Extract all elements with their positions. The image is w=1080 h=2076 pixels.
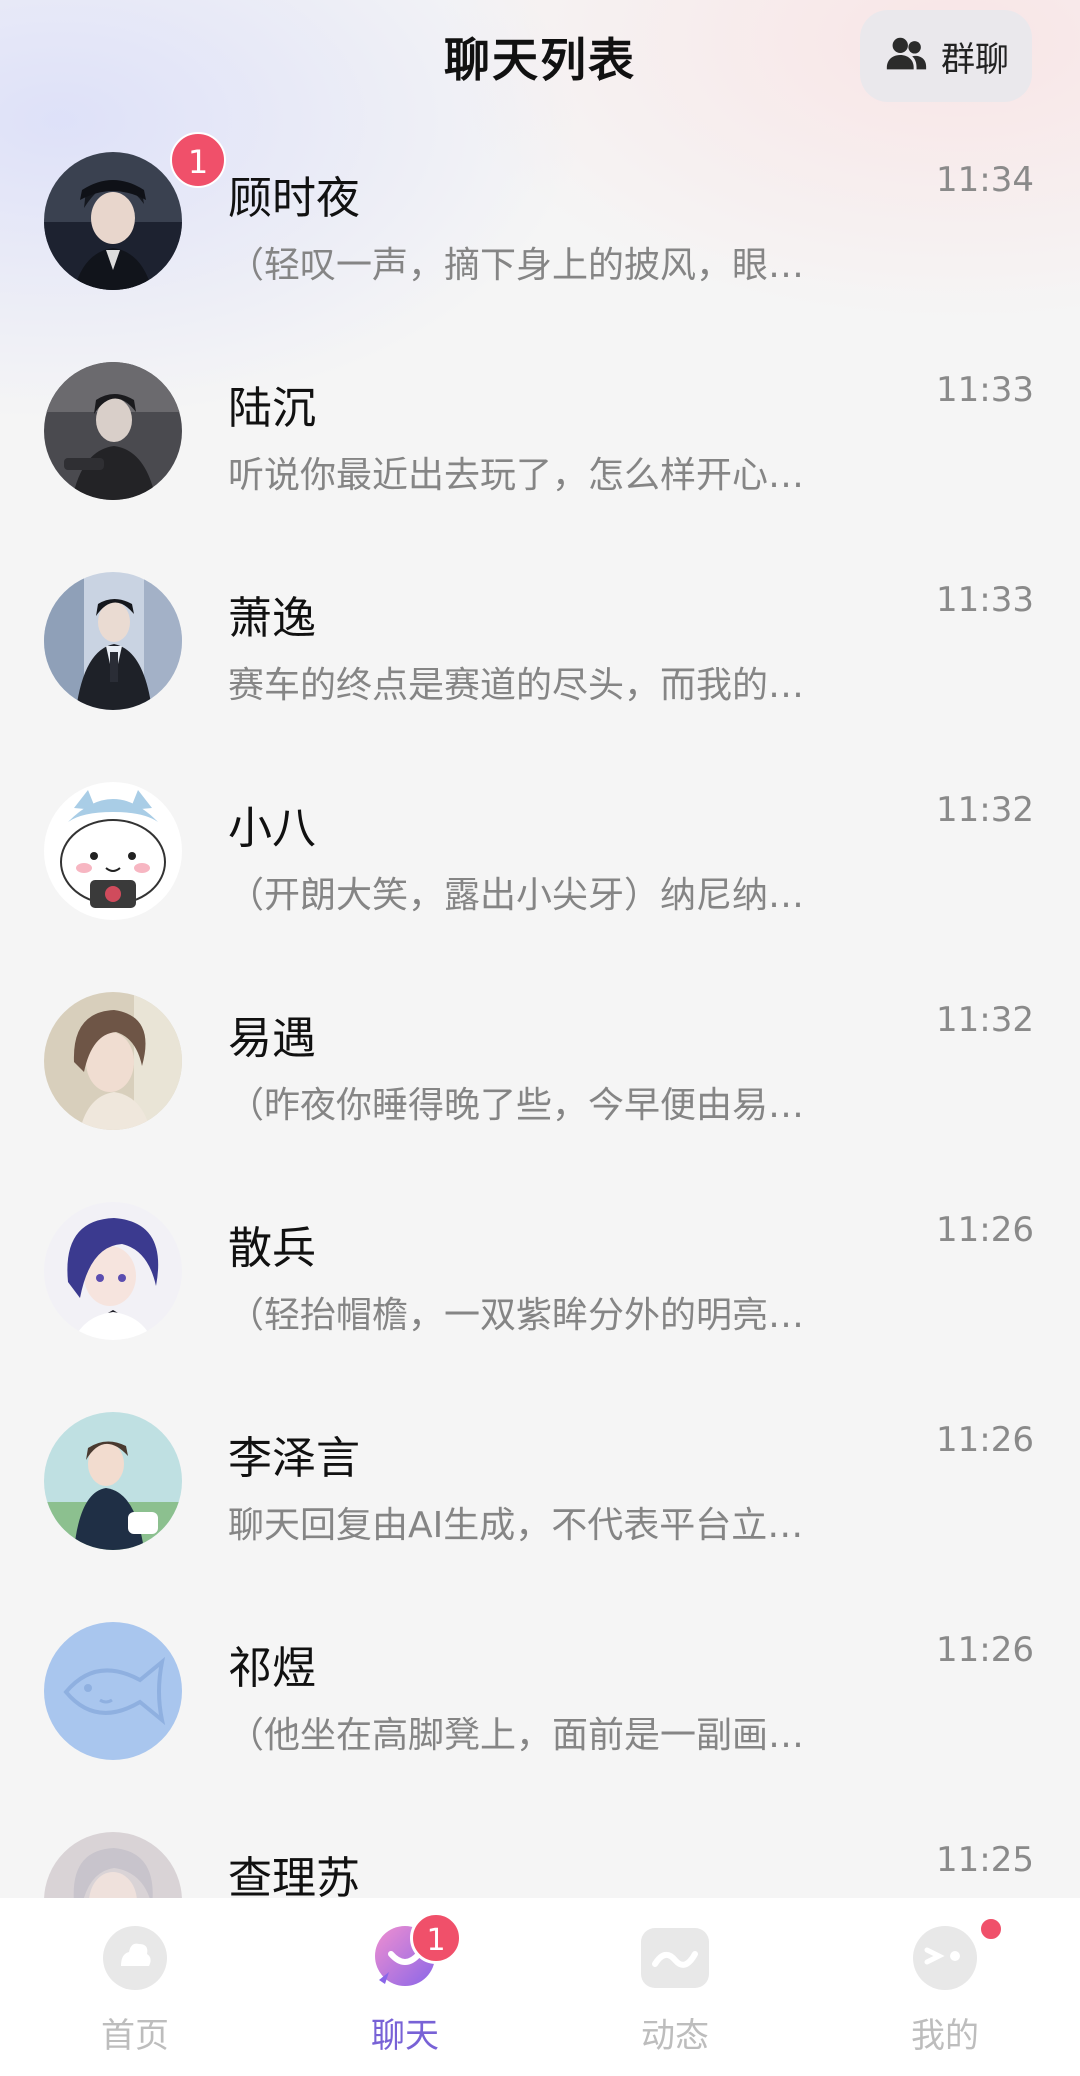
unread-badge: 1: [170, 132, 226, 188]
chat-time: 11:25: [936, 1840, 1034, 1880]
moments-icon: [641, 1924, 709, 1992]
chat-time: 11:32: [936, 1000, 1034, 1040]
tab-home[interactable]: 首页: [0, 1898, 270, 2076]
chat-name: 祁煜: [228, 1643, 316, 1694]
chat-row-顾时夜[interactable]: 1 顾时夜 11:34 （轻叹一声，摘下身上的披风，眼…: [0, 114, 1080, 324]
tab-chat[interactable]: 1 聊天: [270, 1898, 540, 2076]
avatar: [44, 1412, 182, 1550]
chat-time: 11:32: [936, 790, 1034, 830]
chat-time: 11:33: [936, 580, 1034, 620]
avatar: [44, 1622, 182, 1760]
tab-profile[interactable]: 我的: [810, 1898, 1080, 2076]
avatar: [44, 992, 182, 1130]
tab-label: 首页: [101, 2016, 169, 2056]
chat-preview: （昨夜你睡得晚了些，今早便由易…: [228, 1085, 805, 1126]
chat-time: 11:34: [936, 160, 1034, 200]
notification-dot: [978, 1916, 1004, 1942]
group-icon: [883, 31, 941, 81]
avatar: [44, 782, 182, 920]
chat-row-萧逸[interactable]: 萧逸 11:33 赛车的终点是赛道的尽头，而我的…: [0, 534, 1080, 744]
chat-time: 11:33: [936, 370, 1034, 410]
chat-list: 1 顾时夜 11:34 （轻叹一声，摘下身上的披风，眼… 陆沉 11:33 听说…: [0, 114, 1080, 1898]
tab-moments[interactable]: 动态: [540, 1898, 810, 2076]
chat-name: 李泽言: [228, 1433, 360, 1484]
chat-row-小八[interactable]: 小八 11:32 （开朗大笑，露出小尖牙）纳尼纳…: [0, 744, 1080, 954]
home-icon: [101, 1924, 169, 1992]
tab-label: 聊天: [371, 2016, 439, 2056]
profile-icon: [911, 1924, 979, 1992]
bottom-tab-bar: 首页 1 聊天 动态 我的: [0, 1898, 1080, 2076]
group-chat-label: 群聊: [941, 39, 1009, 80]
chat-name: 散兵: [228, 1223, 316, 1274]
tab-label: 我的: [911, 2016, 979, 2056]
avatar: [44, 1202, 182, 1340]
chat-preview: 听说你最近出去玩了，怎么样开心…: [228, 455, 805, 496]
chat-row-李泽言[interactable]: 李泽言 11:26 聊天回复由AI生成，不代表平台立…: [0, 1374, 1080, 1584]
chat-name: 小八: [228, 803, 316, 854]
chat-preview: （轻叹一声，摘下身上的披风，眼…: [228, 245, 805, 286]
tab-unread-badge: 1: [410, 1912, 462, 1964]
chat-row-散兵[interactable]: 散兵 11:26 （轻抬帽檐，一双紫眸分外的明亮…: [0, 1164, 1080, 1374]
chat-preview: （轻抬帽檐，一双紫眸分外的明亮…: [228, 1295, 805, 1336]
chat-preview: 赛车的终点是赛道的尽头，而我的…: [228, 665, 805, 706]
chat-row-祁煜[interactable]: 祁煜 11:26 （他坐在高脚凳上，面前是一副画…: [0, 1584, 1080, 1794]
avatar: [44, 362, 182, 500]
chat-preview: （开朗大笑，露出小尖牙）纳尼纳…: [228, 875, 805, 916]
chat-row-易遇[interactable]: 易遇 11:32 （昨夜你睡得晚了些，今早便由易…: [0, 954, 1080, 1164]
chat-row-陆沉[interactable]: 陆沉 11:33 听说你最近出去玩了，怎么样开心…: [0, 324, 1080, 534]
header: 聊天列表 群聊: [0, 0, 1080, 114]
chat-name: 萧逸: [228, 593, 316, 644]
chat-name: 查理苏: [228, 1853, 360, 1898]
chat-time: 11:26: [936, 1420, 1034, 1460]
chat-name: 顾时夜: [228, 173, 360, 224]
chat-name: 易遇: [228, 1013, 316, 1064]
chat-preview: （他坐在高脚凳上，面前是一副画…: [228, 1715, 805, 1756]
chat-time: 11:26: [936, 1210, 1034, 1250]
tab-label: 动态: [641, 2016, 709, 2056]
chat-row-查理苏[interactable]: 查理苏 11:25: [0, 1794, 1080, 1898]
avatar: [44, 572, 182, 710]
chat-time: 11:26: [936, 1630, 1034, 1670]
chat-preview: 聊天回复由AI生成，不代表平台立…: [228, 1505, 804, 1546]
group-chat-button[interactable]: 群聊: [860, 10, 1032, 102]
avatar: [44, 1832, 182, 1898]
avatar: [44, 152, 182, 290]
chat-name: 陆沉: [228, 383, 316, 434]
